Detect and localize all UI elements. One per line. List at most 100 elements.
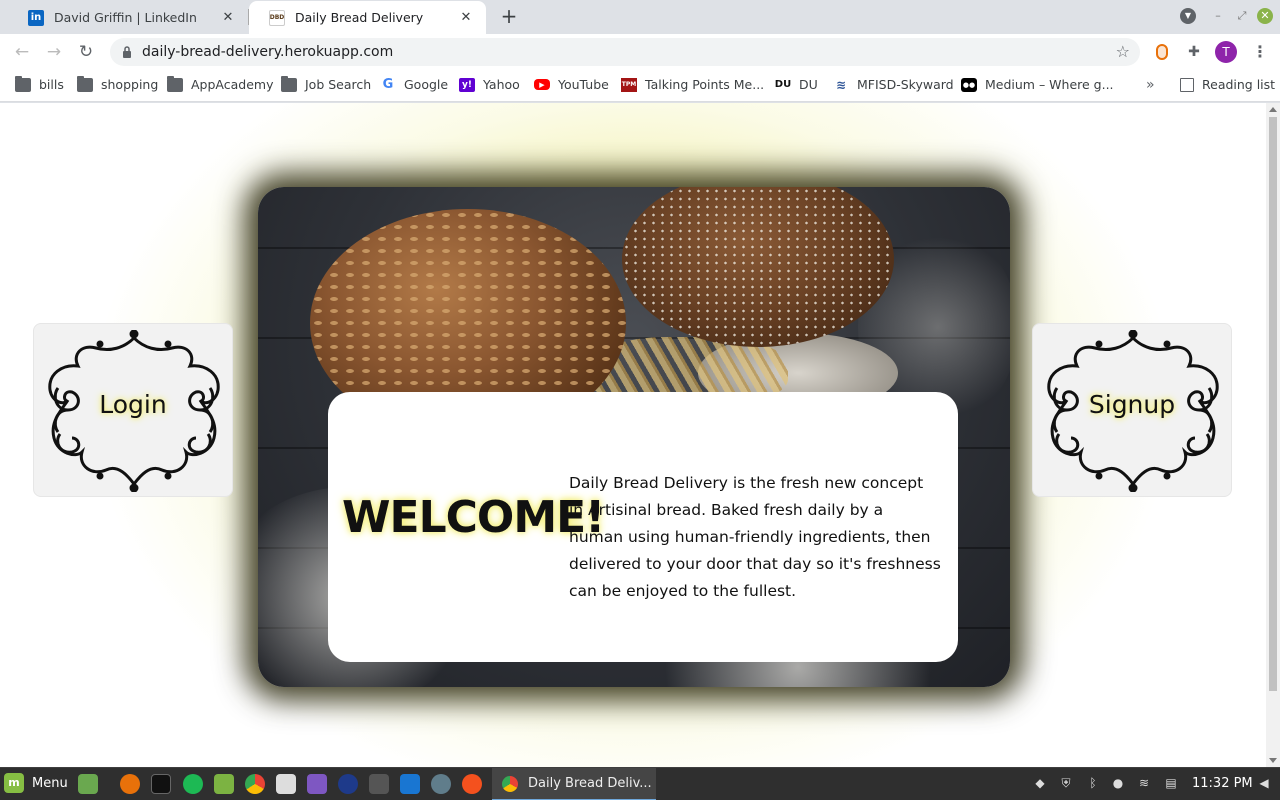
bookmark-du[interactable]: DU DU bbox=[775, 77, 818, 92]
url-text: daily-bread-delivery.herokuapp.com bbox=[142, 44, 394, 60]
back-icon[interactable]: ← bbox=[10, 40, 34, 64]
tab-daily-bread[interactable]: DBD Daily Bread Delivery ✕ bbox=[249, 1, 486, 34]
vscode-icon[interactable] bbox=[400, 774, 420, 794]
volume-icon[interactable]: ◀ bbox=[1256, 775, 1272, 791]
video-icon[interactable] bbox=[369, 774, 389, 794]
medium-icon: ●● bbox=[961, 77, 977, 92]
vpn-icon[interactable] bbox=[338, 774, 358, 794]
bookmark-tpm[interactable]: TPM Talking Points Me... bbox=[621, 77, 764, 92]
bookmark-yahoo[interactable]: y! Yahoo bbox=[459, 77, 520, 92]
login-label: Login bbox=[99, 390, 167, 419]
tab-title: David Griffin | LinkedIn bbox=[54, 10, 197, 25]
scroll-down-icon[interactable] bbox=[1269, 758, 1277, 763]
postgres-icon[interactable] bbox=[431, 774, 451, 794]
firefox-icon[interactable] bbox=[120, 774, 140, 794]
text-editor-icon[interactable] bbox=[307, 774, 327, 794]
calculator-icon[interactable] bbox=[276, 774, 296, 794]
signup-button[interactable]: Signup bbox=[1032, 323, 1232, 497]
folder-icon bbox=[281, 75, 297, 92]
skyward-icon: ≋ bbox=[835, 77, 847, 92]
minimize-icon[interactable]: – bbox=[1210, 8, 1226, 24]
chrome-icon bbox=[502, 775, 518, 792]
close-window-icon[interactable]: ✕ bbox=[1257, 8, 1273, 24]
bookmark-star-icon[interactable]: ☆ bbox=[1116, 42, 1130, 61]
bookmark-medium[interactable]: ●● Medium – Where g... bbox=[961, 77, 1114, 92]
clipboard-icon[interactable]: ▤ bbox=[1163, 775, 1179, 791]
bookmark-label: Job Search bbox=[305, 77, 372, 92]
bookmark-label: Medium – Where g... bbox=[985, 77, 1114, 92]
scrollbar-thumb[interactable] bbox=[1269, 117, 1277, 691]
tab-search-icon[interactable]: ▼ bbox=[1180, 8, 1196, 24]
yahoo-icon: y! bbox=[459, 77, 475, 92]
dropbox-icon[interactable]: ◆ bbox=[1032, 775, 1048, 791]
maximize-icon[interactable]: ⤢ bbox=[1234, 8, 1250, 24]
window-title: Daily Bread Deliv... bbox=[528, 776, 652, 791]
bookmark-label: YouTube bbox=[558, 77, 609, 92]
browser-toolbar: ← → ↻ daily-bread-delivery.herokuapp.com… bbox=[0, 34, 1280, 70]
bookmark-job-search[interactable]: Job Search bbox=[281, 75, 372, 92]
bookmark-label: Talking Points Me... bbox=[645, 77, 765, 92]
taskbar: m Menu Daily Bread Deliv... ◆ ⛨ ᛒ ● ≋ ▤ … bbox=[0, 767, 1280, 800]
bookmark-label: AppAcademy bbox=[191, 77, 274, 92]
welcome-description: Daily Bread Delivery is the fresh new co… bbox=[569, 474, 941, 600]
files-icon[interactable] bbox=[214, 774, 234, 794]
bluetooth-icon[interactable]: ᛒ bbox=[1085, 775, 1101, 791]
folder-icon bbox=[167, 75, 183, 92]
forward-icon[interactable]: → bbox=[42, 40, 66, 64]
bookmark-youtube[interactable]: ▶ YouTube bbox=[534, 77, 609, 92]
chrome-icon[interactable] bbox=[245, 774, 265, 794]
google-icon: G bbox=[382, 77, 394, 92]
terminal-icon[interactable] bbox=[151, 774, 171, 794]
extensions-puzzle-icon[interactable]: ✚ bbox=[1184, 42, 1204, 62]
bookmark-label: MFISD-Skyward bbox=[857, 77, 954, 92]
close-tab-icon[interactable]: ✕ bbox=[458, 10, 474, 25]
wifi-icon[interactable]: ≋ bbox=[1136, 775, 1152, 791]
folder-icon bbox=[77, 75, 93, 92]
new-tab-button[interactable]: + bbox=[498, 5, 520, 27]
address-bar[interactable]: daily-bread-delivery.herokuapp.com ☆ bbox=[110, 38, 1140, 66]
reading-list-button[interactable]: Reading list bbox=[1180, 77, 1275, 92]
bookmark-skyward[interactable]: ≋ MFISD-Skyward bbox=[833, 77, 954, 92]
tab-linkedin[interactable]: in David Griffin | LinkedIn ✕ bbox=[8, 1, 248, 34]
folder-icon bbox=[15, 75, 31, 92]
login-button[interactable]: Login bbox=[33, 323, 233, 497]
bookmark-appacademy[interactable]: AppAcademy bbox=[167, 75, 274, 92]
bookmark-label: shopping bbox=[101, 77, 159, 92]
sesame-loaf bbox=[622, 187, 894, 347]
more-bookmarks-button[interactable]: » bbox=[1146, 77, 1155, 93]
welcome-heading: WELCOME! bbox=[342, 492, 605, 543]
mint-logo-icon: m bbox=[4, 773, 24, 793]
tab-strip: in David Griffin | LinkedIn ✕ DBD Daily … bbox=[0, 0, 1280, 34]
bookmark-label: Google bbox=[404, 77, 449, 92]
taskbar-window-chrome[interactable]: Daily Bread Deliv... bbox=[492, 768, 656, 800]
show-desktop-icon[interactable] bbox=[78, 774, 98, 794]
dbd-icon: DBD bbox=[269, 9, 285, 26]
close-tab-icon[interactable]: ✕ bbox=[220, 10, 236, 25]
bookmark-shopping[interactable]: shopping bbox=[77, 75, 159, 92]
youtube-icon: ▶ bbox=[534, 79, 550, 90]
user-icon[interactable]: ● bbox=[1110, 775, 1126, 791]
browser-menu-icon[interactable]: ⋮ bbox=[1250, 42, 1270, 62]
start-menu-button[interactable]: m Menu bbox=[4, 773, 68, 793]
scroll-up-icon[interactable] bbox=[1269, 107, 1277, 112]
linkedin-icon: in bbox=[28, 9, 44, 26]
bookmark-google[interactable]: G Google bbox=[380, 77, 448, 92]
lock-icon bbox=[123, 46, 131, 58]
bookmark-label: Yahoo bbox=[483, 77, 520, 92]
menu-label: Menu bbox=[32, 775, 68, 791]
postman-icon[interactable] bbox=[462, 774, 482, 794]
signup-label: Signup bbox=[1088, 390, 1176, 419]
reload-icon[interactable]: ↻ bbox=[74, 40, 98, 64]
bookmark-label: bills bbox=[39, 77, 64, 92]
reading-list-icon bbox=[1180, 77, 1194, 92]
bookmark-bills[interactable]: bills bbox=[15, 75, 64, 92]
welcome-card: WELCOME! Daily Bread Delivery is the fre… bbox=[328, 392, 958, 662]
tab-title: Daily Bread Delivery bbox=[295, 10, 424, 25]
clock[interactable]: 11:32 PM bbox=[1192, 776, 1253, 791]
bookmarks-bar: bills shopping AppAcademy Job Search G Go… bbox=[0, 70, 1280, 102]
profile-avatar[interactable]: T bbox=[1215, 41, 1237, 63]
page-scrollbar[interactable] bbox=[1266, 103, 1280, 767]
extension-icon[interactable] bbox=[1152, 42, 1172, 62]
shield-icon[interactable]: ⛨ bbox=[1058, 775, 1074, 791]
spotify-icon[interactable] bbox=[183, 774, 203, 794]
